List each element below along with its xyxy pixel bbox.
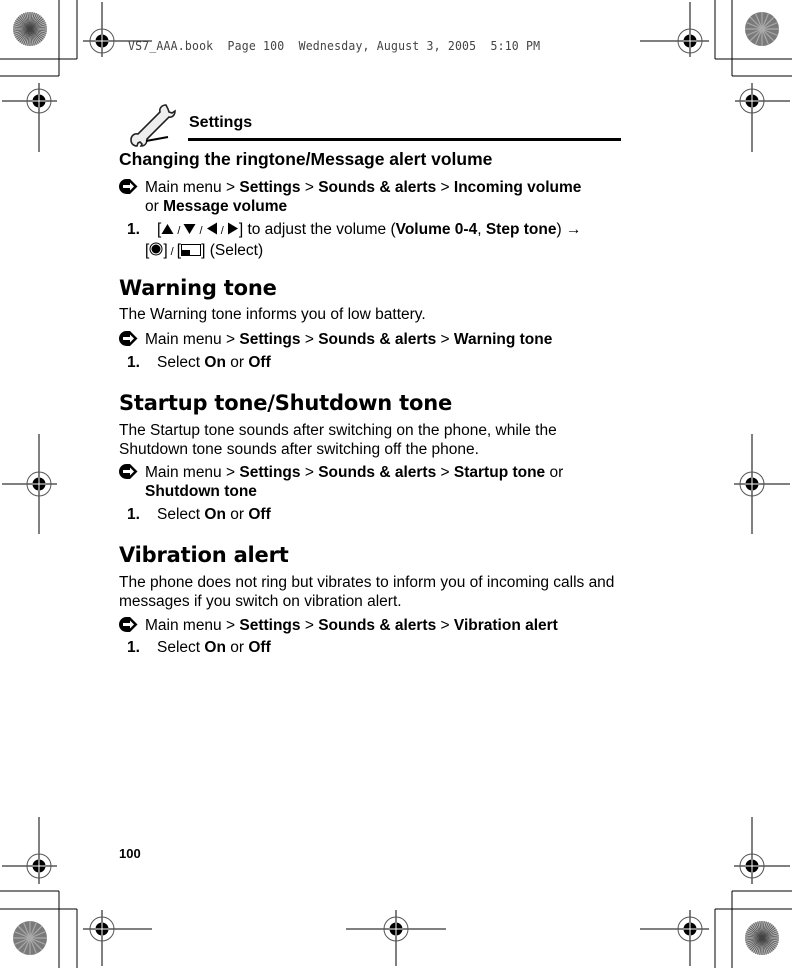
- menu-link[interactable]: Settings: [239, 179, 300, 196]
- menu-link[interactable]: Sounds & alerts: [318, 464, 436, 481]
- soft-key-icon: [181, 244, 202, 256]
- registration-mark-bottom-right: [640, 910, 709, 966]
- section-description: The phone does not ring but vibrates to …: [119, 574, 615, 610]
- registration-mark-right-upper: [735, 83, 790, 152]
- registration-mark-top-right: [640, 2, 709, 57]
- rosette-icon-top-right: [745, 12, 779, 46]
- option-off[interactable]: Off: [248, 639, 270, 656]
- registration-mark-right-lower: [734, 817, 790, 884]
- menu-link[interactable]: Settings: [239, 617, 300, 634]
- step-1-vibration-alert: 1. Select On or Off: [127, 639, 271, 656]
- menu-path-startup-shutdown: Main menu > Settings > Sounds & alerts >…: [119, 463, 624, 501]
- registration-mark-left-lower: [2, 817, 57, 884]
- section-description: The Warning tone informs you of low batt…: [119, 306, 426, 323]
- menu-link[interactable]: Sounds & alerts: [318, 617, 436, 634]
- next-arrow-icon: →: [565, 221, 582, 238]
- section-heading-startup-shutdown: Startup tone/Shutdown tone: [119, 391, 452, 415]
- menu-link[interactable]: Message volume: [163, 198, 287, 215]
- arrow-right-circle-icon: [119, 464, 138, 479]
- registration-mark-left-upper: [2, 83, 57, 152]
- chapter-title: Settings: [189, 114, 253, 131]
- menu-link[interactable]: Startup tone: [454, 464, 545, 481]
- page-number: 100: [119, 846, 141, 861]
- section-heading-vibration-alert: Vibration alert: [119, 543, 289, 567]
- option-off[interactable]: Off: [248, 354, 270, 371]
- step-1-startup-shutdown: 1. Select On or Off: [127, 506, 271, 523]
- registration-mark-bottom-center: [346, 910, 446, 966]
- menu-link[interactable]: Warning tone: [454, 331, 552, 348]
- menu-link[interactable]: Vibration alert: [454, 617, 558, 634]
- arrow-right-circle-icon: [119, 179, 138, 194]
- menu-path-volume: Main menu > Settings > Sounds & alerts >…: [119, 178, 624, 216]
- option-on[interactable]: On: [204, 354, 226, 371]
- option-off[interactable]: Off: [248, 506, 270, 523]
- rosette-icon-bottom-right: [745, 921, 779, 955]
- print-slug: VS7_AAA.book Page 100 Wednesday, August …: [128, 38, 541, 53]
- section-heading-warning-tone: Warning tone: [119, 276, 277, 300]
- registration-mark-right-middle: [734, 434, 790, 534]
- menu-link[interactable]: Settings: [239, 464, 300, 481]
- option-on[interactable]: On: [204, 639, 226, 656]
- step-1-warning-tone: 1. Select On or Off: [127, 354, 271, 371]
- rosette-icon-bottom-left: [13, 921, 47, 955]
- section-heading-volume: Changing the ringtone/Message alert volu…: [119, 149, 493, 169]
- up-key-icon: [161, 224, 174, 234]
- registration-mark-bottom-left: [83, 910, 152, 966]
- option-on[interactable]: On: [204, 506, 226, 523]
- arrow-right-circle-icon: [119, 331, 138, 346]
- wrench-icon: [130, 104, 176, 147]
- menu-path-warning-tone: Main menu > Settings > Sounds & alerts >…: [119, 330, 624, 349]
- menu-link[interactable]: Sounds & alerts: [318, 331, 436, 348]
- center-key-icon: [149, 242, 163, 256]
- section-description: The Startup tone sounds after switching …: [119, 422, 557, 458]
- menu-link[interactable]: Incoming volume: [454, 179, 581, 196]
- rosette-icon-top-left: [13, 12, 47, 46]
- registration-mark-left-middle: [2, 434, 57, 534]
- menu-link[interactable]: Shutdown tone: [145, 483, 257, 500]
- header-rule: [188, 138, 621, 141]
- menu-link[interactable]: Sounds & alerts: [318, 179, 436, 196]
- step-1-volume: 1.[ / / / ] to adjust the volume (Volume…: [127, 221, 582, 259]
- arrow-right-circle-icon: [119, 617, 138, 632]
- right-key-icon: [227, 222, 238, 235]
- menu-path-vibration-alert: Main menu > Settings > Sounds & alerts >…: [119, 616, 624, 635]
- left-key-icon: [206, 222, 217, 235]
- menu-link[interactable]: Settings: [239, 331, 300, 348]
- down-key-icon: [183, 224, 196, 234]
